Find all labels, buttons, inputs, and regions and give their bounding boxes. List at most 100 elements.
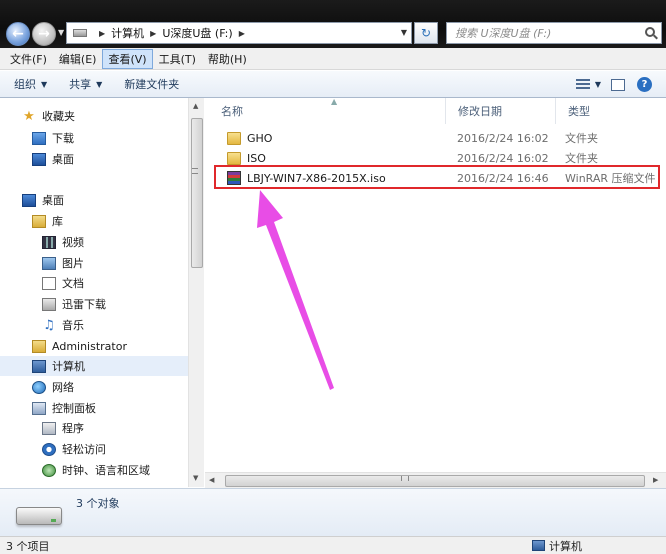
file-type: 文件夹 xyxy=(565,132,598,145)
view-mode-icon[interactable] xyxy=(575,78,590,91)
help-icon[interactable]: ? xyxy=(637,77,652,92)
file-list: ▲ 名称 修改日期 类型 GHO 2016/2/24 16:02 文件夹 ISO… xyxy=(205,97,666,472)
star-icon: ★ xyxy=(23,108,35,124)
details-pane: 3 个对象 xyxy=(0,488,666,536)
download-folder-icon xyxy=(32,131,46,145)
nav-item-desktop-fav[interactable]: 桌面 xyxy=(32,149,74,169)
nav-item-label: 迅雷下载 xyxy=(62,298,106,311)
nav-item-thunder-downloads[interactable]: 迅雷下载 xyxy=(42,294,106,314)
file-name-cell: GHO xyxy=(227,131,272,145)
column-header-type[interactable]: 类型 xyxy=(556,98,666,124)
share-button[interactable]: 共享 ▼ xyxy=(69,76,102,92)
breadcrumb-computer[interactable]: 计算机 xyxy=(111,25,144,41)
nav-item-label: 文档 xyxy=(62,277,84,290)
refresh-icon: ↻ xyxy=(420,26,432,40)
nav-item-music[interactable]: ♫ 音乐 xyxy=(42,315,84,335)
chevron-right-icon[interactable]: ▶ xyxy=(150,29,156,38)
object-count: 3 个对象 xyxy=(76,497,120,510)
file-date: 2016/2/24 16:02 xyxy=(457,151,549,165)
menu-tools[interactable]: 工具(T) xyxy=(153,49,202,69)
file-date: 2016/2/24 16:02 xyxy=(457,131,549,145)
scroll-down-icon[interactable]: ▼ xyxy=(193,474,198,482)
scroll-right-icon[interactable]: ▶ xyxy=(653,476,658,484)
ease-of-access-icon xyxy=(42,442,56,456)
column-header-date[interactable]: 修改日期 xyxy=(446,98,556,124)
usb-drive-icon xyxy=(16,507,62,525)
organize-label: 组织 xyxy=(14,78,36,91)
forward-button[interactable]: → xyxy=(32,22,56,46)
new-folder-button[interactable]: 新建文件夹 xyxy=(124,76,179,92)
nav-item-pictures[interactable]: 图片 xyxy=(42,253,84,273)
scroll-grip xyxy=(401,476,409,481)
column-label: 修改日期 xyxy=(458,105,502,118)
nav-item-label: 桌面 xyxy=(42,194,64,207)
nav-item-clock-language-region[interactable]: 时钟、语言和区域 xyxy=(42,460,150,480)
menu-view[interactable]: 查看(V) xyxy=(102,48,153,69)
refresh-button[interactable]: ↻ xyxy=(414,22,438,44)
programs-icon xyxy=(42,421,56,435)
nav-item-label: 轻松访问 xyxy=(62,443,106,456)
scroll-grip xyxy=(192,168,198,174)
menu-file[interactable]: 文件(F) xyxy=(4,49,53,69)
menu-bar: 文件(F) 编辑(E) 查看(V) 工具(T) 帮助(H) xyxy=(0,48,666,70)
scroll-thumb[interactable] xyxy=(225,475,645,487)
nav-item-computer[interactable]: 计算机 xyxy=(0,356,188,376)
address-bar[interactable]: ▶ 计算机 ▶ U深度U盘 (F:) ▶ ▼ xyxy=(66,22,412,44)
menu-edit[interactable]: 编辑(E) xyxy=(53,49,103,69)
computer-icon xyxy=(32,359,46,373)
arrow-right-icon: → xyxy=(38,26,50,42)
chevron-right-icon[interactable]: ▶ xyxy=(239,29,245,38)
nav-item-control-panel[interactable]: 控制面板 xyxy=(32,398,96,418)
nav-item-library[interactable]: 库 xyxy=(32,211,63,231)
view-dropdown-icon[interactable]: ▼ xyxy=(595,80,601,89)
search-input[interactable]: 搜索 U深度U盘 (F:) xyxy=(446,22,662,44)
preview-pane-icon[interactable] xyxy=(611,78,625,91)
nav-item-desktop[interactable]: 桌面 xyxy=(22,190,64,210)
nav-item-administrator[interactable]: Administrator xyxy=(32,336,127,356)
navigation-scrollbar[interactable]: ▲ ▼ xyxy=(188,98,204,487)
column-header-name[interactable]: ▲ 名称 xyxy=(209,97,446,124)
status-location: 计算机 xyxy=(532,538,582,554)
nav-item-label: 下载 xyxy=(52,132,74,145)
search-icon[interactable] xyxy=(645,27,655,37)
share-label: 共享 xyxy=(69,78,92,91)
chevron-down-icon: ▼ xyxy=(96,79,103,89)
recent-pages-dropdown[interactable]: ▼ xyxy=(58,28,64,37)
horizontal-scrollbar[interactable]: ◀ ▶ xyxy=(205,472,666,488)
nav-item-documents[interactable]: 文档 xyxy=(42,273,84,293)
menu-help[interactable]: 帮助(H) xyxy=(202,49,253,69)
organize-button[interactable]: 组织 ▼ xyxy=(14,76,47,92)
status-location-label: 计算机 xyxy=(549,539,582,553)
music-icon: ♫ xyxy=(43,317,55,333)
breadcrumb-usb-drive[interactable]: U深度U盘 (F:) xyxy=(162,25,232,41)
nav-item-ease-of-access[interactable]: 轻松访问 xyxy=(42,439,106,459)
nav-item-videos[interactable]: 视频 xyxy=(42,232,84,252)
nav-item-label: 网络 xyxy=(52,381,74,394)
file-row-gho[interactable]: GHO 2016/2/24 16:02 文件夹 xyxy=(215,128,662,148)
nav-item-favorites[interactable]: ★ 收藏夹 xyxy=(22,106,75,126)
status-item-count: 3 个项目 xyxy=(6,539,50,553)
nav-item-label: 计算机 xyxy=(52,360,85,373)
library-icon xyxy=(32,214,46,228)
breadcrumb: ▶ 计算机 ▶ U深度U盘 (F:) ▶ xyxy=(93,25,251,41)
scroll-left-icon[interactable]: ◀ xyxy=(209,476,214,484)
nav-item-programs[interactable]: 程序 xyxy=(42,418,84,438)
clock-icon xyxy=(42,463,56,477)
nav-item-network[interactable]: 网络 xyxy=(32,377,74,397)
address-dropdown[interactable]: ▼ xyxy=(401,28,407,37)
back-button[interactable]: ← xyxy=(6,22,30,46)
nav-item-label: 图片 xyxy=(62,257,84,270)
desktop-icon xyxy=(22,193,36,207)
title-address-bar: ← → ▼ ▶ 计算机 ▶ U深度U盘 (F:) ▶ ▼ ↻ 搜索 U深度U盘 … xyxy=(0,0,666,48)
nav-item-downloads[interactable]: 下载 xyxy=(32,128,74,148)
chevron-down-icon: ▼ xyxy=(41,79,48,89)
scroll-up-icon[interactable]: ▲ xyxy=(193,102,198,110)
column-label: 类型 xyxy=(568,105,590,118)
arrow-left-icon: ← xyxy=(12,26,24,42)
scroll-thumb[interactable] xyxy=(191,118,203,268)
nav-item-label: 控制面板 xyxy=(52,402,96,415)
file-name-cell: ISO xyxy=(227,151,266,165)
folder-icon xyxy=(227,131,241,145)
download-icon xyxy=(42,297,56,311)
video-icon xyxy=(42,235,56,249)
